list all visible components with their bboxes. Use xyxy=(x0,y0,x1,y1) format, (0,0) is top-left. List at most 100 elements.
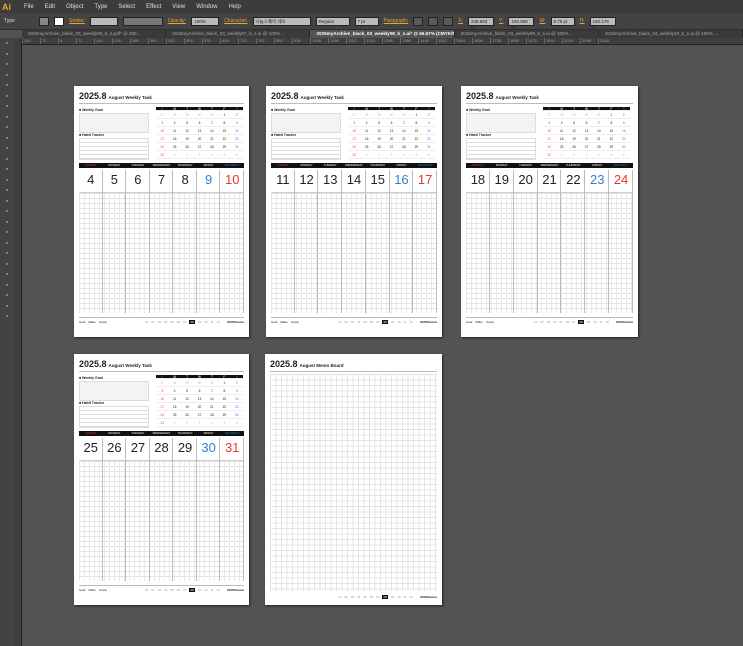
habit-tracker-grid[interactable] xyxy=(271,138,341,160)
month-link[interactable]: 05 xyxy=(170,320,173,324)
month-link[interactable]: 03 xyxy=(158,320,161,324)
y-field[interactable]: 160.868 pt xyxy=(508,16,535,29)
day-column[interactable] xyxy=(466,170,490,313)
weekly-goal-box[interactable] xyxy=(79,381,149,401)
rotate-tool-icon[interactable]: ▫ xyxy=(2,155,12,164)
month-link[interactable]: 01 xyxy=(145,588,148,592)
day-column[interactable] xyxy=(197,438,221,581)
month-link[interactable]: 07 xyxy=(572,320,575,324)
weekly-goal-box[interactable] xyxy=(466,113,536,133)
month-link[interactable]: 11 xyxy=(404,595,407,599)
footer-link[interactable]: Yearly xyxy=(99,320,107,324)
month-link[interactable]: 11 xyxy=(600,320,603,324)
menu-select[interactable]: Select xyxy=(118,4,135,10)
month-link[interactable]: 09 xyxy=(391,320,394,324)
memo-grid[interactable] xyxy=(270,374,437,591)
zoom-tool-icon[interactable]: ▫ xyxy=(2,312,12,321)
free-transform-tool-icon[interactable]: ▫ xyxy=(2,186,12,195)
stroke-weight-field[interactable] xyxy=(89,16,118,26)
day-column[interactable] xyxy=(173,170,197,313)
w-field[interactable]: 8.75 pt xyxy=(550,16,575,26)
day-column[interactable] xyxy=(538,170,562,313)
paragraph-label[interactable]: Paragraph: xyxy=(384,18,409,24)
scale-tool-icon[interactable]: ▫ xyxy=(2,165,12,174)
menu-window[interactable]: Window xyxy=(196,4,217,10)
graph-tool-icon[interactable]: ▫ xyxy=(2,270,12,279)
day-column[interactable] xyxy=(413,170,437,313)
month-link[interactable]: 02 xyxy=(151,320,154,324)
hand-tool-icon[interactable]: ▫ xyxy=(2,302,12,311)
day-column[interactable] xyxy=(79,438,103,581)
month-link[interactable]: 06 xyxy=(177,320,180,324)
day-column[interactable] xyxy=(103,170,127,313)
month-link[interactable]: 02 xyxy=(540,320,543,324)
month-link[interactable]: 11 xyxy=(211,588,214,592)
month-link[interactable]: 04 xyxy=(553,320,556,324)
month-link[interactable]: 11 xyxy=(211,320,214,324)
day-column[interactable] xyxy=(609,170,633,313)
footer-link[interactable]: Goal xyxy=(466,320,472,324)
font-size-field[interactable]: 7 pt xyxy=(354,16,379,26)
h-field[interactable]: 150.179 pt xyxy=(589,16,616,29)
footer-review[interactable]: 2025Review xyxy=(420,320,437,324)
x-field[interactable]: 236.693 pt xyxy=(468,16,495,29)
lasso-tool-icon[interactable]: ▫ xyxy=(2,71,12,80)
font-style-field[interactable]: Regular xyxy=(315,16,350,26)
month-link[interactable]: 05 xyxy=(363,595,366,599)
day-column[interactable] xyxy=(585,170,610,313)
gradient-tool-icon[interactable]: ▫ xyxy=(2,228,12,237)
day-column[interactable] xyxy=(197,170,221,313)
day-column[interactable] xyxy=(318,170,343,313)
month-link[interactable]: 02 xyxy=(344,595,347,599)
month-link[interactable]: 06 xyxy=(177,588,180,592)
footer-link[interactable]: Goal xyxy=(79,320,85,324)
day-column[interactable] xyxy=(561,170,586,313)
month-link[interactable]: 02 xyxy=(151,588,154,592)
day-column[interactable] xyxy=(220,170,244,313)
document-tab[interactable]: 2025myArchive_black_03_weekly09_b_s.ai @… xyxy=(455,30,599,38)
month-link[interactable]: 08 xyxy=(578,319,584,324)
opacity-label[interactable]: Opacity: xyxy=(168,18,186,24)
month-link[interactable]: 10 xyxy=(593,320,596,324)
character-label[interactable]: Character: xyxy=(224,18,247,24)
month-link[interactable]: 03 xyxy=(351,320,354,324)
month-link[interactable]: 12 xyxy=(606,320,609,324)
artboard-weekly[interactable]: 2025.8 August Weekly Task ■ Weekly Goal ■ H… xyxy=(74,86,249,337)
symbol-sprayer-tool-icon[interactable]: ▫ xyxy=(2,260,12,269)
footer-link[interactable]: Make xyxy=(88,320,95,324)
month-link[interactable]: 01 xyxy=(338,320,341,324)
day-column[interactable] xyxy=(295,170,319,313)
day-column[interactable] xyxy=(103,438,127,581)
month-link[interactable]: 04 xyxy=(164,320,167,324)
font-field[interactable]: 나눔스퀘어 네오 xyxy=(252,16,311,26)
footer-link[interactable]: Yearly xyxy=(486,320,494,324)
habit-tracker-grid[interactable] xyxy=(466,138,536,160)
pen-tool-icon[interactable]: ▫ xyxy=(2,81,12,90)
footer-review[interactable]: 2025Review xyxy=(420,595,437,599)
menu-edit[interactable]: Edit xyxy=(45,4,55,10)
habit-tracker-grid[interactable] xyxy=(79,138,149,160)
stroke-label[interactable]: Stroke: xyxy=(69,18,85,24)
day-column[interactable] xyxy=(271,170,295,313)
weekly-goal-box[interactable] xyxy=(271,113,341,133)
document-tab[interactable]: 2025myArchive_black_03_weekly08_b_s.ai* … xyxy=(310,30,455,38)
month-link[interactable]: 10 xyxy=(397,320,400,324)
day-column[interactable] xyxy=(150,438,174,581)
document-tab[interactable]: 2025myArchive_black_03_weekly07_b_s.ai @… xyxy=(166,30,311,38)
footer-review[interactable]: 2025Review xyxy=(616,320,633,324)
day-column[interactable] xyxy=(79,170,103,313)
month-link[interactable]: 07 xyxy=(183,320,186,324)
month-link[interactable]: 07 xyxy=(183,588,186,592)
month-link[interactable]: 04 xyxy=(357,320,360,324)
artboard-tool-icon[interactable]: ▫ xyxy=(2,281,12,290)
month-link[interactable]: 01 xyxy=(534,320,537,324)
month-link[interactable]: 10 xyxy=(204,320,207,324)
month-link[interactable]: 03 xyxy=(158,588,161,592)
eyedropper-tool-icon[interactable]: ▫ xyxy=(2,239,12,248)
day-column[interactable] xyxy=(126,170,150,313)
day-column[interactable] xyxy=(390,170,414,313)
menu-help[interactable]: Help xyxy=(229,4,241,10)
day-column[interactable] xyxy=(490,170,514,313)
month-link[interactable]: 08 xyxy=(189,319,195,324)
footer-link[interactable]: Yearly xyxy=(291,320,299,324)
